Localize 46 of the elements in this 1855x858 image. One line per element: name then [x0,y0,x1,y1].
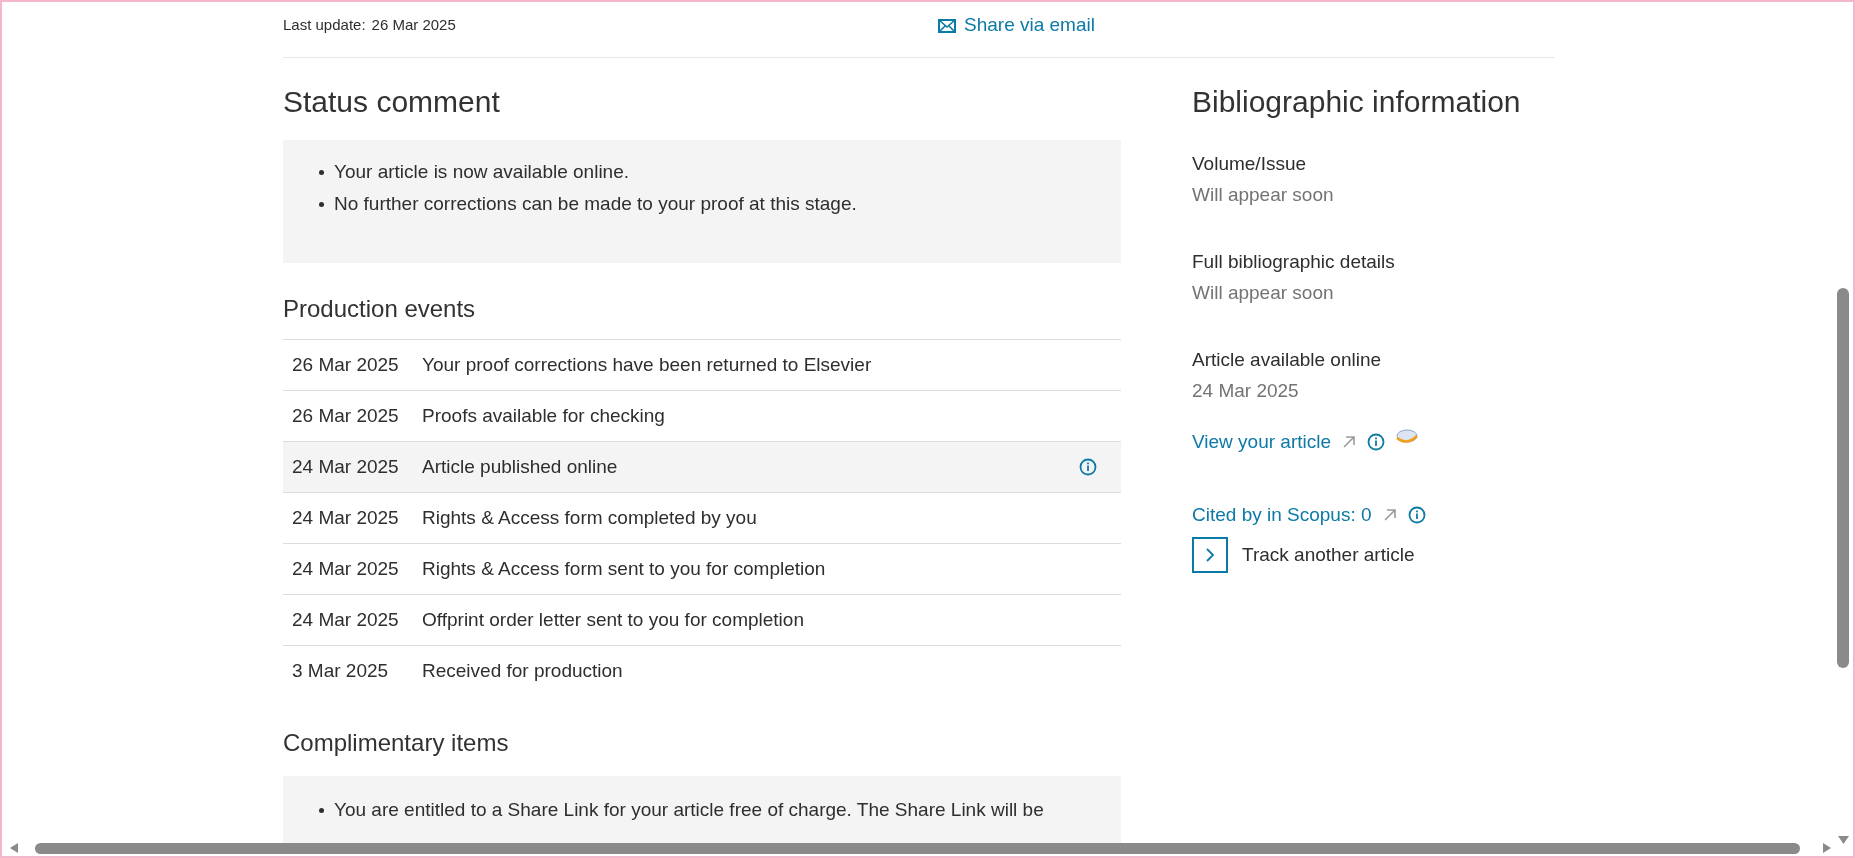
track-article-link[interactable]: Track another article [1242,540,1415,570]
event-description: Proofs available for checking [422,403,666,428]
event-description: Rights & Access form completed by you [422,505,758,530]
event-date: 24 Mar 2025 [291,454,400,479]
event-date: 24 Mar 2025 [291,556,400,581]
scopus-citations-link[interactable]: Cited by in Scopus: 0 [1192,500,1372,529]
last-update-label: Last update: [283,15,366,36]
info-icon[interactable] [1367,433,1386,452]
field-value: Will appear soon [1192,183,1335,207]
horizontal-scrollbar[interactable] [35,843,1800,854]
section-heading: Status comment [283,84,501,120]
event-date: 24 Mar 2025 [291,607,400,632]
event-date: 3 Mar 2025 [291,659,390,684]
share-email-link[interactable]: Share via email [938,11,1095,40]
chevron-right-icon[interactable] [1192,537,1228,573]
event-description: Your proof corrections have been returned to Elsevier [422,352,873,377]
info-icon[interactable] [1407,505,1426,524]
section-heading: Complimentary items [283,728,510,758]
field-value: 24 Mar 2025 [1192,379,1300,403]
event-date: 26 Mar 2025 [291,352,400,377]
section-heading: Bibliographic information [1192,84,1522,120]
mail-icon [938,18,956,33]
section-heading: Production events [283,294,477,324]
bullet-text: Your article is now available online. [334,160,630,184]
field-value: Will appear soon [1192,281,1335,305]
event-description: Offprint order letter sent to you for completion [422,607,805,632]
scroll-left-icon[interactable] [10,843,19,853]
field-label: Full bibliographic details [1192,250,1396,274]
last-update-date: 26 Mar 2025 [371,15,456,36]
event-date: 24 Mar 2025 [291,505,400,530]
bullet-text: No further corrections can be made to your proof at this stage. [334,192,857,216]
scroll-down-icon[interactable] [1838,836,1849,844]
bullet-text: You are entitled to a Share Link for your article free of charge. The Share Link will be [334,798,1044,822]
bullet-icon [319,807,324,813]
event-description: Received for production [422,659,624,684]
info-icon[interactable] [1079,458,1097,476]
bullet-icon [319,169,324,175]
field-label: Article available online [1192,348,1383,372]
event-date: 26 Mar 2025 [291,403,400,428]
view-article-link[interactable]: View your article [1192,428,1332,457]
event-description: Rights & Access form sent to you for completion [422,556,827,581]
bullet-icon [319,201,324,207]
event-description: Article published online [422,454,619,479]
field-label: Volume/Issue [1192,152,1308,176]
vertical-scrollbar[interactable] [1837,288,1849,668]
scroll-right-icon[interactable] [1822,843,1831,853]
